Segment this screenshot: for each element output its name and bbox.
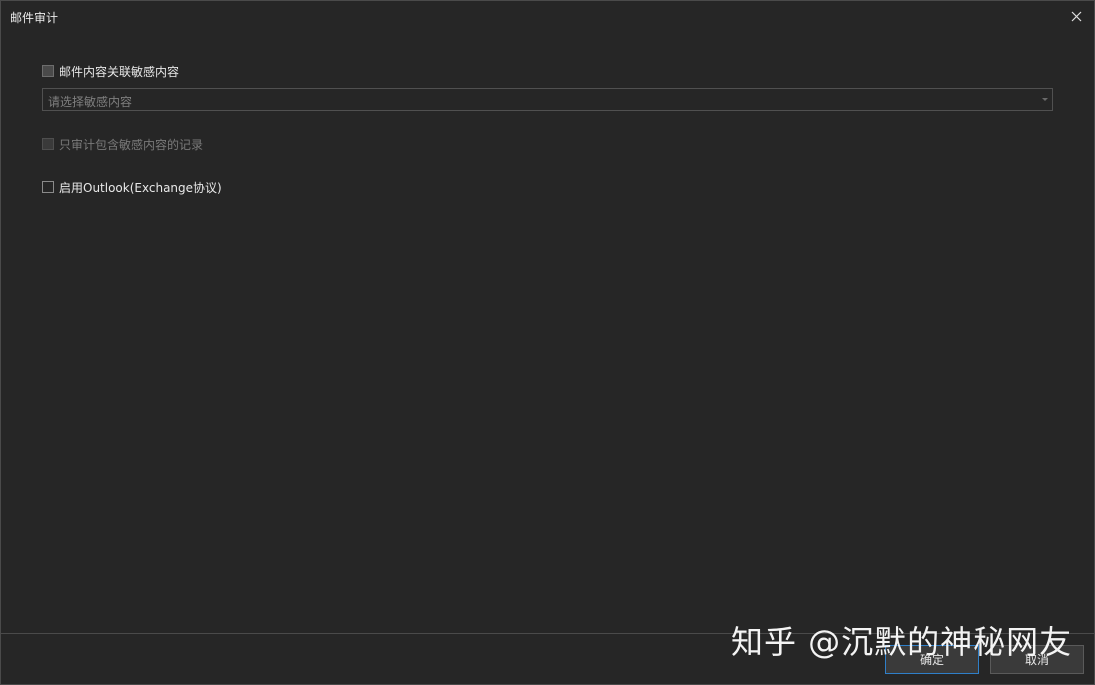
audit-only-sensitive-checkbox <box>42 138 54 150</box>
sensitive-content-select[interactable]: 请选择敏感内容 <box>42 88 1053 111</box>
sensitive-content-placeholder: 请选择敏感内容 <box>48 95 133 109</box>
audit-only-sensitive-label: 只审计包含敏感内容的记录 <box>59 137 204 152</box>
watermark-text: 知乎 @沉默的神秘网友 <box>731 623 1073 661</box>
link-sensitive-option[interactable]: 邮件内容关联敏感内容 <box>42 62 179 80</box>
close-button[interactable] <box>1064 5 1088 27</box>
close-icon <box>1071 11 1081 21</box>
link-sensitive-label: 邮件内容关联敏感内容 <box>59 64 180 79</box>
audit-only-sensitive-option: 只审计包含敏感内容的记录 <box>42 135 203 153</box>
enable-outlook-label: 启用Outlook(Exchange协议) <box>59 180 222 195</box>
chevron-down-icon <box>1042 98 1048 101</box>
mail-audit-dialog: 邮件审计 邮件内容关联敏感内容 请选择敏感内容 只审计包含敏感内容的记录 启用O… <box>0 0 1095 685</box>
enable-outlook-option[interactable]: 启用Outlook(Exchange协议) <box>42 178 222 196</box>
enable-outlook-checkbox[interactable] <box>42 181 54 193</box>
dialog-title: 邮件审计 <box>10 11 59 25</box>
link-sensitive-checkbox[interactable] <box>42 65 54 77</box>
title-bar: 邮件审计 <box>1 1 1094 31</box>
